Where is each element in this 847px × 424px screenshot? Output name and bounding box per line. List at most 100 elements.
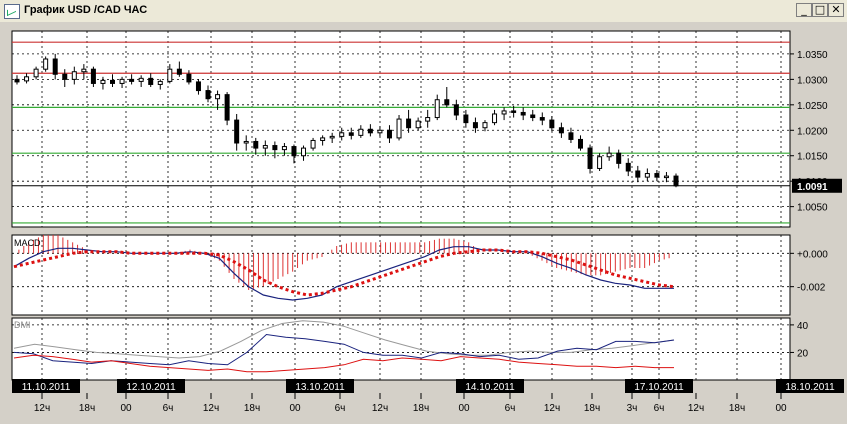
macd-y-tick-label: +0.000 (797, 249, 828, 260)
candle-body (253, 140, 259, 149)
candle-body (110, 79, 116, 84)
title-bar: График USD /CAD ЧАС _ □ ✕ (0, 0, 847, 23)
hour-tick-label: 00 (120, 403, 132, 414)
candle-body (472, 122, 478, 129)
candle-body (33, 68, 39, 78)
hour-tick-label: 3ч (627, 403, 638, 414)
x-axis: 11.10.2011 12.10.2011 13.10.2011 14.10.2011… (12, 379, 844, 414)
candle-body (301, 147, 307, 157)
candle-body (568, 132, 574, 140)
candle-body (415, 120, 421, 129)
candle-body (43, 58, 49, 70)
candle-body (24, 76, 30, 82)
price-y-tick-label: 1.0250 (797, 101, 828, 112)
chart-window: График USD /CAD ЧАС _ □ ✕ MACD DMI 1.035… (0, 0, 847, 421)
candle-body (663, 175, 669, 179)
candle-body (90, 68, 96, 84)
candle-body (138, 77, 144, 82)
candle-body (492, 113, 498, 124)
candle-body (81, 68, 87, 73)
candle-body (616, 152, 622, 164)
dmi-panel (11, 317, 791, 381)
candle-body (71, 71, 77, 80)
candle-body (625, 162, 631, 172)
candle-body (186, 73, 192, 83)
hour-tick-label: 00 (289, 403, 301, 414)
candle-body (501, 110, 507, 115)
hour-tick-label: 18ч (729, 403, 745, 414)
candle-body (205, 90, 211, 100)
candle-body (339, 132, 345, 137)
date-label: 12.10.2011 (126, 382, 176, 393)
candle-body (654, 173, 660, 178)
hour-tick-label: 12ч (372, 403, 388, 414)
candle-body (291, 146, 297, 157)
candle-body (434, 99, 440, 119)
hour-tick-label: 12ч (203, 403, 219, 414)
price-y-tick-label: 1.0200 (797, 126, 828, 137)
candle-body (176, 68, 182, 75)
candle-body (386, 129, 392, 139)
candle-body (195, 81, 201, 92)
candle-body (52, 58, 58, 75)
hour-tick-label: 12ч (688, 403, 704, 414)
candle-body (129, 78, 135, 82)
price-y-tick-label: 1.0350 (797, 50, 828, 61)
close-button[interactable]: ✕ (828, 3, 844, 17)
dmi-y-tick-label: 40 (797, 321, 809, 332)
hour-tick-label: 6ч (505, 403, 516, 414)
candle-body (396, 118, 402, 139)
date-label: 17.10.2011 (634, 382, 684, 393)
candle-body (444, 99, 450, 106)
candle-body (673, 175, 679, 187)
candle-body (148, 77, 154, 85)
candle-body (511, 110, 517, 113)
candle-body (157, 80, 163, 85)
candle-body (577, 138, 583, 149)
candle-body (224, 94, 230, 121)
maximize-button[interactable]: □ (812, 3, 828, 17)
minimize-button[interactable]: _ (796, 3, 812, 17)
last-price-label: 1.0091 (797, 182, 828, 193)
dmi-title: DMI (14, 320, 31, 330)
candle-body (329, 135, 335, 139)
macd-y-tick-label: -0.002 (797, 283, 826, 294)
candle-body (272, 145, 278, 151)
price-y-tick-label: 1.0300 (797, 75, 828, 86)
hour-tick-label: 12ч (34, 403, 50, 414)
hour-tick-label: 00 (775, 403, 787, 414)
candle-body (167, 68, 173, 82)
candle-body (320, 137, 326, 141)
candle-body (606, 152, 612, 158)
chart-app-icon (4, 4, 20, 19)
candle-body (482, 122, 488, 129)
macd-title: MACD (14, 238, 41, 248)
candle-body (262, 145, 268, 149)
date-label: 14.10.2011 (465, 382, 515, 393)
candle-body (453, 104, 459, 116)
candle-body (463, 114, 469, 124)
dmi-y-tick-label: 20 (797, 348, 809, 359)
candle-body (530, 114, 536, 119)
hour-tick-label: 18ч (244, 403, 260, 414)
hour-tick-label: 6ч (654, 403, 665, 414)
candle-body (558, 127, 564, 134)
date-label: 13.10.2011 (295, 382, 345, 393)
candle-body (215, 94, 221, 100)
candle-body (348, 132, 354, 136)
candle-body (281, 146, 287, 151)
hour-tick-label: 18ч (584, 403, 600, 414)
candle-body (425, 117, 431, 122)
candle-body (234, 119, 240, 144)
chart-area: MACD DMI 1.0350 1.0300 1.0250 1.0200 1.0150 1… (0, 22, 847, 421)
price-y-tick-label: 1.0150 (797, 152, 828, 163)
hour-tick-label: 12ч (544, 403, 560, 414)
macd-panel (11, 234, 791, 316)
candle-body (549, 119, 555, 129)
date-label: 11.10.2011 (22, 382, 71, 393)
candle-body (644, 173, 650, 178)
window-title: График USD /CAD ЧАС (24, 4, 148, 16)
candle-body (100, 79, 106, 84)
candle-body (635, 170, 641, 178)
hour-tick-label: 18ч (79, 403, 95, 414)
